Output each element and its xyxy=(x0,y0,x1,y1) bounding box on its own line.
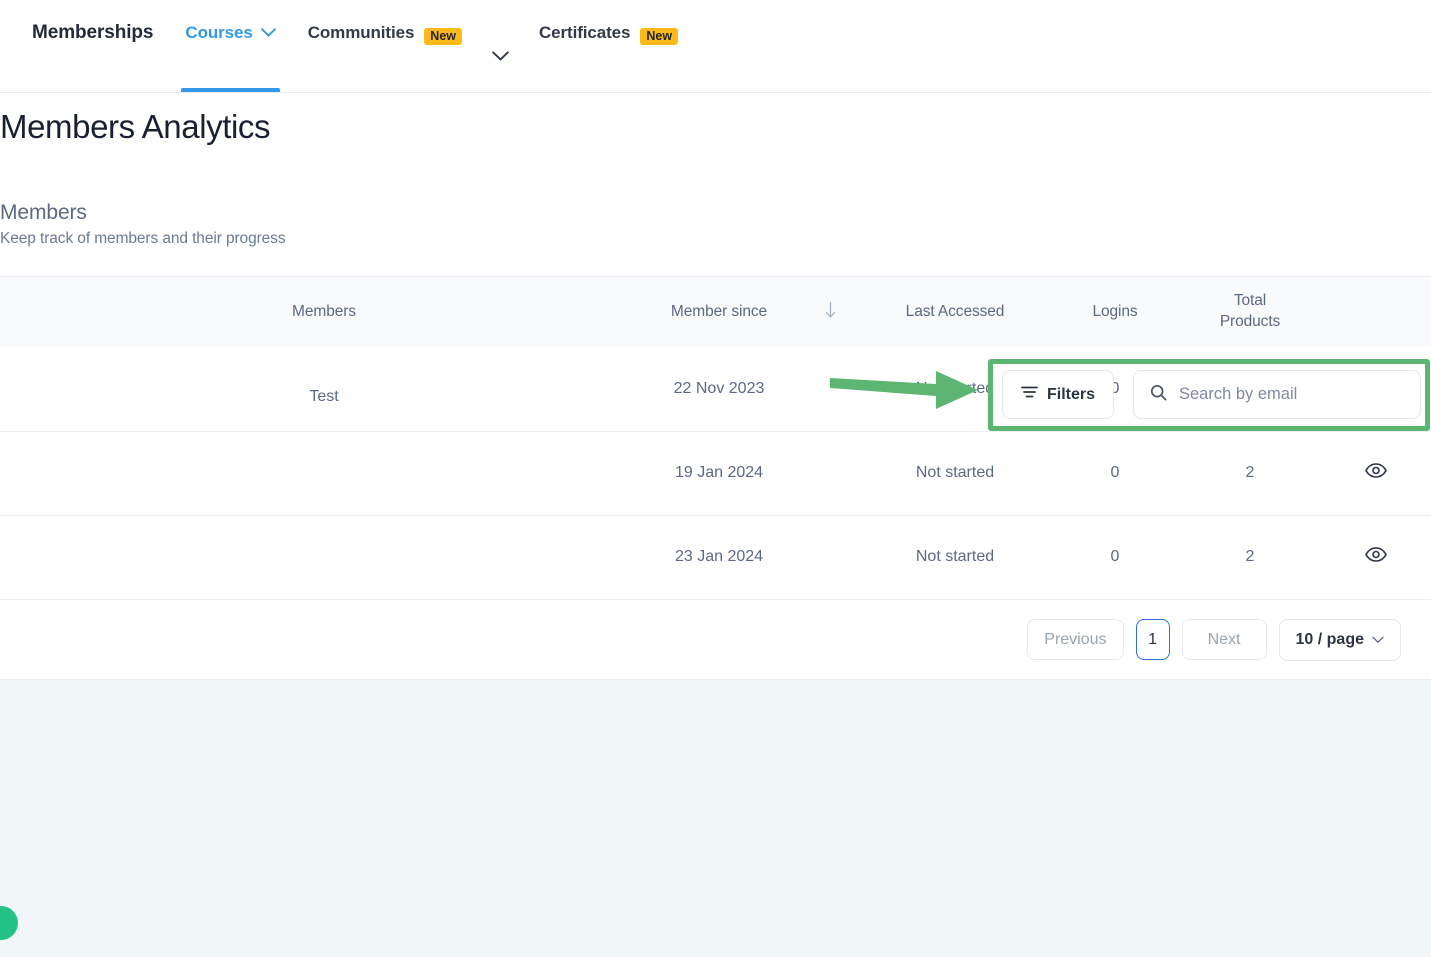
top-navigation-bar: Memberships Courses Communities New Cert… xyxy=(0,0,1431,93)
search-input-placeholder: Search by email xyxy=(1179,385,1298,403)
nav-item-courses-label: Courses xyxy=(185,22,253,42)
active-tab-underline xyxy=(181,88,280,92)
cell-member-since: 22 Nov 2023 xyxy=(673,379,765,397)
pagination-per-page-label: 10 / page xyxy=(1295,630,1364,648)
nav-item-memberships-label: Memberships xyxy=(32,21,154,43)
nav-item-certificates[interactable]: Certificates New xyxy=(523,0,694,92)
column-sort-toggle[interactable] xyxy=(800,277,860,347)
arrow-down-icon xyxy=(824,301,837,324)
cell-logins: 0 xyxy=(1110,464,1120,481)
cell-sort-spacer xyxy=(800,431,860,515)
pagination-page-1-button[interactable]: 1 xyxy=(1135,619,1170,660)
pagination: Previous 1 Next 10 / page xyxy=(0,599,1431,679)
column-header-total-products-line1: Total xyxy=(1233,292,1267,310)
search-input-wrapper[interactable]: Search by email xyxy=(1133,370,1421,419)
section-title: Members xyxy=(0,200,87,224)
cell-logins: 0 xyxy=(1110,548,1120,566)
nav-item-courses[interactable]: Courses xyxy=(169,0,291,92)
nav-item-communities-new-badge: New xyxy=(424,27,462,46)
cell-member-since: 19 Jan 2024 xyxy=(674,464,764,481)
nav-item-communities[interactable]: Communities New xyxy=(292,0,478,92)
eye-icon[interactable] xyxy=(1364,547,1387,563)
filters-button[interactable]: Filters xyxy=(1001,370,1114,419)
cell-member-since: 23 Jan 2024 xyxy=(674,548,764,566)
table-header-row: Members Member since Last Accessed Login… xyxy=(0,277,1431,347)
members-table-card: Members Member since Last Accessed Login… xyxy=(0,276,1431,680)
filter-icon xyxy=(1021,385,1038,404)
cell-actions xyxy=(1320,431,1431,515)
nav-item-memberships[interactable]: Memberships xyxy=(16,0,169,92)
members-table: Members Member since Last Accessed Login… xyxy=(0,277,1431,599)
page-title-container: Members Analytics xyxy=(0,93,1431,171)
cell-member-name: Test xyxy=(309,388,339,406)
nav-item-certificates-label: Certificates xyxy=(539,22,631,42)
cell-actions xyxy=(1320,515,1431,599)
nav-item-communities-label: Communities xyxy=(307,22,415,42)
page-title: Members Analytics xyxy=(0,108,271,145)
cell-member-name xyxy=(0,431,620,515)
search-icon xyxy=(1150,384,1167,406)
table-row[interactable]: 23 Jan 2024 Not started 0 2 xyxy=(0,515,1431,599)
chevron-down-icon xyxy=(492,48,509,66)
eye-icon[interactable] xyxy=(1364,463,1387,478)
filters-button-label: Filters xyxy=(1046,385,1095,403)
table-controls: Filters Search by email xyxy=(1001,370,1421,419)
cell-sort-spacer xyxy=(800,515,860,599)
cell-member-name xyxy=(0,515,620,599)
pagination-per-page-select[interactable]: 10 / page xyxy=(1278,618,1401,661)
cell-total-products: 2 xyxy=(1245,548,1255,566)
chevron-down-icon xyxy=(1372,636,1384,644)
nav-item-certificates-new-badge: New xyxy=(640,27,679,46)
chevron-down-icon xyxy=(260,28,276,63)
section-heading-group: Members Keep track of members and their … xyxy=(0,199,286,248)
annotation-arrow xyxy=(830,371,978,409)
column-header-actions xyxy=(1320,277,1431,347)
cell-total-products: 2 xyxy=(1245,464,1255,481)
table-row[interactable]: 19 Jan 2024 Not started 0 2 xyxy=(0,431,1431,515)
column-header-logins[interactable]: Logins xyxy=(1050,277,1180,347)
page-background-spacer xyxy=(0,680,1431,957)
section-subtitle: Keep track of members and their progress xyxy=(0,230,286,248)
pagination-next-button[interactable]: Next xyxy=(1181,619,1267,660)
nav-items: Memberships Courses Communities New Cert… xyxy=(0,0,694,92)
members-table-head: Members Member since Last Accessed Login… xyxy=(0,277,1431,347)
members-section-header: Members Keep track of members and their … xyxy=(0,171,1431,431)
column-header-members[interactable]: Members xyxy=(0,277,620,347)
cell-last-accessed: Not started xyxy=(915,464,995,481)
cell-last-accessed: Not started xyxy=(915,548,995,566)
column-header-last-accessed[interactable]: Last Accessed xyxy=(860,277,1050,347)
column-header-member-since[interactable]: Member since xyxy=(620,277,800,347)
column-header-total-products[interactable]: Total Products xyxy=(1180,277,1320,347)
pagination-previous-button[interactable]: Previous xyxy=(1027,619,1124,660)
column-header-total-products-line2: Products xyxy=(1219,313,1281,330)
communities-dropdown-toggle[interactable] xyxy=(478,48,523,92)
